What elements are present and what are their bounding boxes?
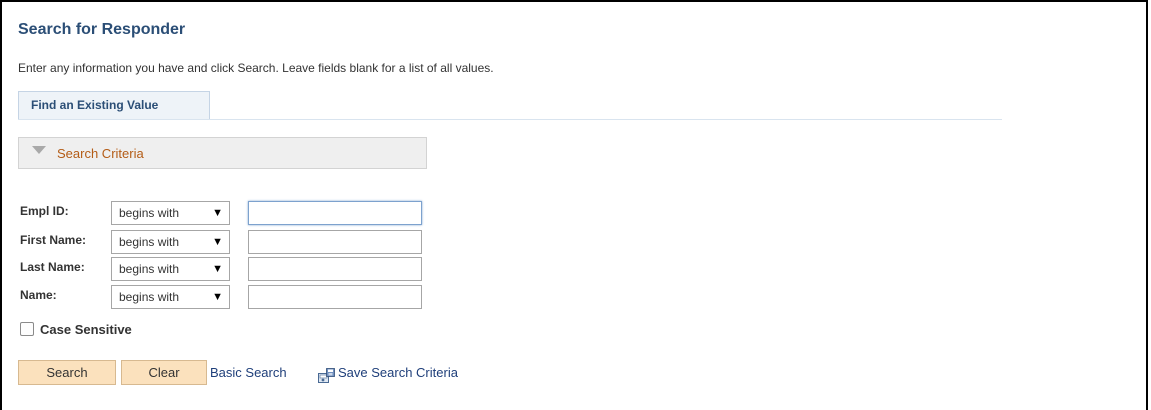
name-input[interactable]: [248, 285, 422, 309]
basic-search-link[interactable]: Basic Search: [210, 365, 287, 380]
field-label: Last Name:: [20, 260, 85, 274]
search-button[interactable]: Search: [18, 360, 116, 385]
operator-value: begins with: [119, 262, 180, 276]
dropdown-caret-icon: ▼: [212, 291, 223, 303]
triangle-down-icon: [32, 146, 46, 154]
operator-select-last-name[interactable]: begins with ▼: [111, 257, 230, 281]
clear-button[interactable]: Clear: [121, 360, 207, 385]
case-sensitive-label: Case Sensitive: [40, 322, 132, 337]
field-label: Empl ID:: [20, 204, 69, 218]
dropdown-caret-icon: ▼: [212, 207, 223, 219]
case-sensitive-checkbox[interactable]: [20, 322, 34, 336]
save-search-icon[interactable]: [318, 368, 336, 384]
operator-select-name[interactable]: begins with ▼: [111, 285, 230, 309]
operator-select-empl-id[interactable]: begins with ▼: [111, 201, 230, 225]
tab-divider: [18, 119, 1002, 120]
operator-value: begins with: [119, 235, 180, 249]
field-label: Name:: [20, 288, 57, 302]
last-name-input[interactable]: [248, 257, 422, 281]
dropdown-caret-icon: ▼: [212, 236, 223, 248]
field-label: First Name:: [20, 233, 87, 247]
search-criteria-header[interactable]: Search Criteria: [18, 137, 427, 169]
operator-select-first-name[interactable]: begins with ▼: [111, 230, 230, 254]
search-criteria-label: Search Criteria: [57, 146, 144, 161]
operator-value: begins with: [119, 290, 180, 304]
save-search-criteria-link[interactable]: Save Search Criteria: [338, 365, 458, 380]
dropdown-caret-icon: ▼: [212, 263, 223, 275]
page-instructions: Enter any information you have and click…: [18, 61, 494, 75]
empl-id-input[interactable]: [248, 201, 422, 225]
tab-find-existing-value[interactable]: Find an Existing Value: [18, 91, 210, 119]
first-name-input[interactable]: [248, 230, 422, 254]
page-title: Search for Responder: [18, 21, 186, 38]
operator-value: begins with: [119, 206, 180, 220]
